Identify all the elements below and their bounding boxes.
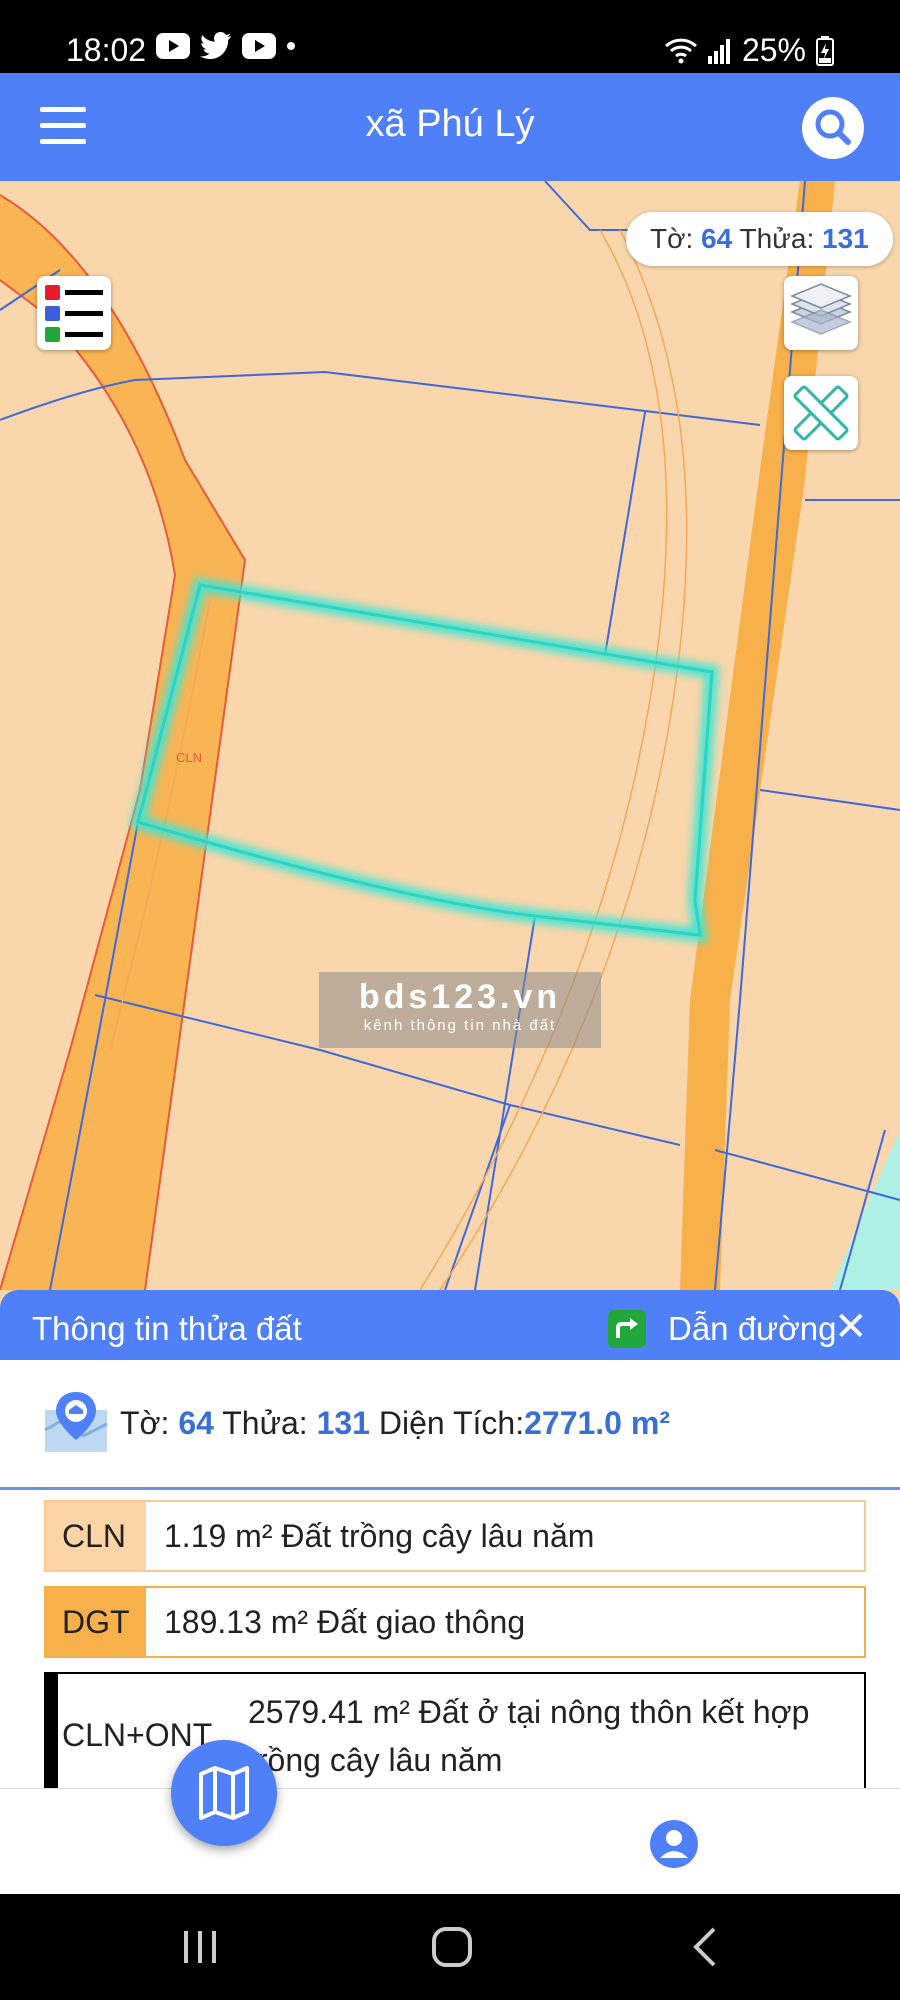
search-icon [815, 109, 851, 145]
status-bar: 18:02 25% [0, 0, 900, 73]
notification-icons [156, 32, 296, 60]
watermark: bds123.vn kênh thông tin nhà đất [319, 972, 601, 1048]
dot-icon [287, 42, 295, 50]
legend-icon [45, 285, 103, 342]
map-view[interactable]: CLN [0, 181, 900, 1290]
sheet-number: 64 [178, 1405, 214, 1441]
land-use-code: DGT [46, 1588, 146, 1656]
youtube-icon [156, 33, 190, 59]
parcel-pill: Tờ: 64 Thửa: 131 [626, 212, 893, 266]
map-icon [199, 1766, 249, 1820]
land-use-row: CLN 1.19 m² Đất trồng cây lâu năm [44, 1500, 866, 1572]
page-title: xã Phú Lý [365, 103, 535, 145]
panel-title: Thông tin thửa đất [32, 1310, 302, 1347]
youtube-icon [242, 33, 276, 59]
battery-percent: 25% [741, 32, 806, 68]
profile-icon [660, 1830, 688, 1858]
battery-charging-icon [816, 35, 834, 66]
signal-icon [707, 38, 730, 64]
recents-icon[interactable] [180, 1927, 220, 1967]
profile-button[interactable] [650, 1820, 698, 1868]
parcel-info-header: Thông tin thửa đất Dẫn đường ✕ [0, 1290, 900, 1360]
bottom-nav [0, 1788, 900, 1895]
parcel-info-panel: Tờ: 64 Thửa: 131 Diện Tích:2771.0 m² CLN… [0, 1360, 900, 1788]
wifi-icon [664, 38, 697, 63]
land-use-description: 2579.41 m² Đất ở tại nông thôn kết hợp t… [248, 1674, 864, 1788]
layers-button[interactable] [784, 276, 858, 350]
parcel-number: 131 [316, 1405, 370, 1441]
parcel-area: 2771.0 m² [524, 1405, 670, 1441]
map-land-label: CLN [176, 750, 202, 765]
map-canvas[interactable]: CLN [0, 181, 900, 1290]
status-right: 25% [664, 32, 834, 69]
close-icon[interactable]: ✕ [834, 1304, 868, 1350]
land-use-code: CLN [46, 1502, 146, 1570]
search-button[interactable] [802, 97, 864, 159]
app-bar: xã Phú Lý [0, 73, 900, 181]
layers-icon [790, 283, 852, 335]
ruler-pencil-icon [793, 385, 849, 441]
parcel-summary: Tờ: 64 Thửa: 131 Diện Tích:2771.0 m² [0, 1360, 900, 1490]
legend-button[interactable] [37, 276, 111, 350]
directions-button[interactable]: Dẫn đường [668, 1310, 837, 1348]
status-time: 18:02 [66, 32, 147, 68]
land-use-row: CLN+ONT 2579.41 m² Đất ở tại nông thôn k… [44, 1672, 866, 1788]
measure-button[interactable] [784, 376, 858, 450]
map-button[interactable] [171, 1740, 277, 1846]
parcel-summary-row: Tờ: 64 Thửa: 131 Diện Tích:2771.0 m² [120, 1405, 670, 1441]
back-icon[interactable] [688, 1925, 724, 1969]
land-use-row: DGT 189.13 m² Đất giao thông [44, 1586, 866, 1658]
system-nav-bar [0, 1894, 900, 2000]
land-use-description: 1.19 m² Đất trồng cây lâu năm [146, 1502, 864, 1570]
directions-icon[interactable] [608, 1310, 646, 1348]
home-icon[interactable] [430, 1925, 474, 1969]
land-use-description: 189.13 m² Đất giao thông [146, 1588, 864, 1656]
twitter-icon [200, 32, 231, 60]
location-house-icon [44, 1392, 108, 1452]
